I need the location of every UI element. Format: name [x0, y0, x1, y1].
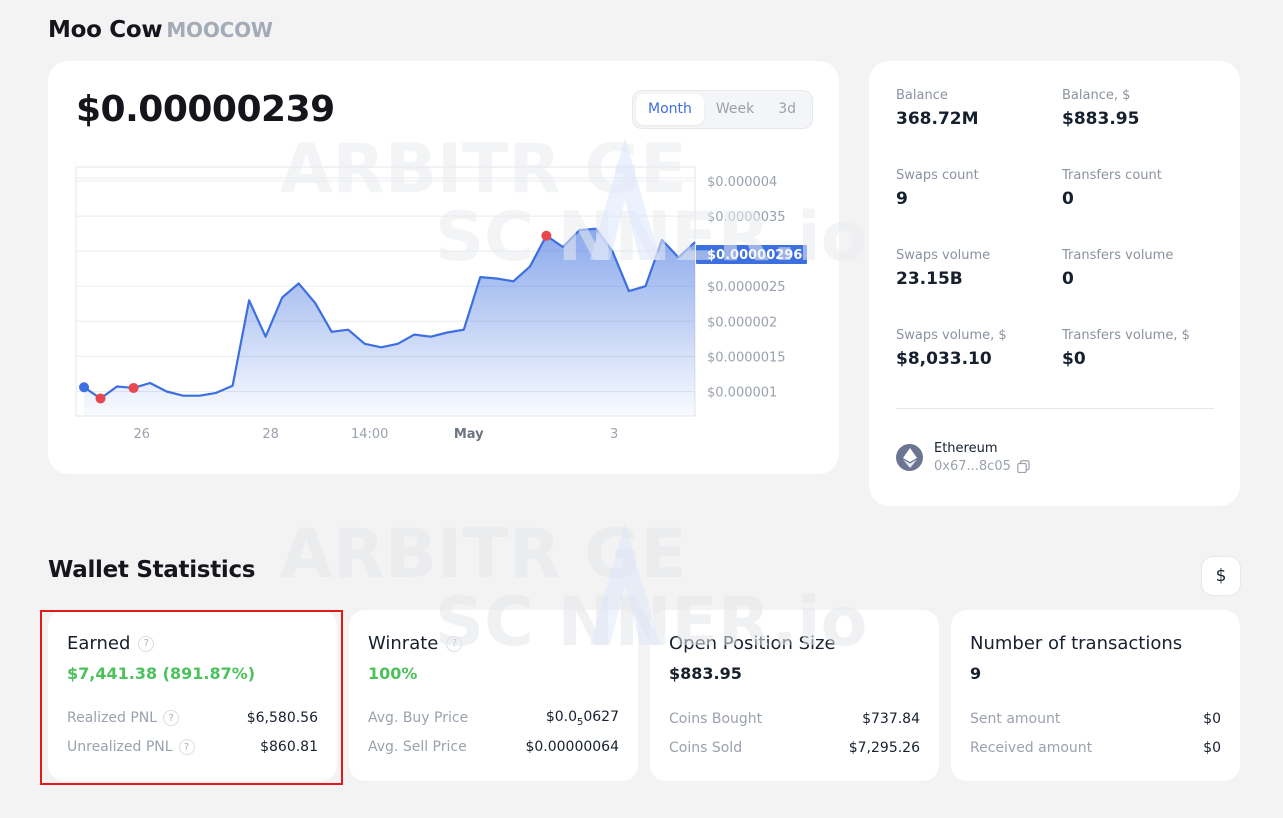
stat-balance-usd: Balance, $ $883.95 — [1062, 88, 1139, 129]
row-label: Coins Sold — [669, 740, 743, 756]
stat-label: Balance, $ — [1062, 88, 1131, 103]
stat-value: 23.15B — [896, 269, 963, 289]
row-value: $737.84 — [862, 711, 920, 727]
stat-value: 0 — [1062, 189, 1074, 209]
stat-row: Received amount $0 — [970, 740, 1221, 756]
price-tail: 0627 — [583, 709, 619, 725]
x-tick-label: May — [454, 427, 484, 442]
trade-marker — [128, 382, 139, 393]
row-label: Sent amount — [970, 711, 1061, 727]
currency-toggle-button[interactable]: $ — [1201, 556, 1241, 596]
tab-month[interactable]: Month — [636, 94, 704, 125]
tab-week[interactable]: Week — [704, 94, 766, 125]
stat-swaps-volume-usd: Swaps volume, $ $8,033.10 — [896, 328, 1007, 369]
x-tick-label: 3 — [610, 427, 618, 442]
stat-value: $8,033.10 — [896, 349, 992, 369]
stat-label: Swaps count — [896, 168, 979, 183]
selection-highlight — [40, 610, 343, 785]
stat-value: 0 — [1062, 269, 1074, 289]
y-tick-label: $0.0000025 — [707, 280, 786, 295]
row-value: $0 — [1203, 711, 1221, 727]
series-area — [84, 228, 695, 416]
trade-marker — [79, 382, 89, 393]
stat-row: Avg. Buy Price $0.050627 — [368, 709, 619, 728]
stat-value: $0 — [1062, 349, 1086, 369]
time-range-tabs: Month Week 3d — [632, 90, 813, 129]
y-tick-label: $0.000001 — [707, 385, 777, 400]
row-value: $7,295.26 — [848, 740, 920, 756]
stat-transfers-count: Transfers count 0 — [1062, 168, 1162, 209]
card-title: Open Position Size — [669, 633, 836, 654]
stat-row: Sent amount $0 — [970, 711, 1221, 727]
token-title: Moo Cow MOOCOW — [48, 17, 273, 43]
current-price: $0.00000239 — [76, 89, 335, 130]
row-value: $0.00000064 — [525, 739, 619, 755]
row-label: Coins Bought — [669, 711, 763, 727]
trade-marker — [541, 230, 552, 241]
copy-icon[interactable] — [1017, 460, 1030, 473]
divider — [896, 408, 1214, 409]
token-symbol: MOOCOW — [166, 18, 273, 42]
transactions-value: 9 — [970, 664, 982, 683]
tab-3d[interactable]: 3d — [766, 94, 808, 125]
stat-swaps-count: Swaps count 9 — [896, 168, 979, 209]
stat-row: Coins Bought $737.84 — [669, 711, 920, 727]
wallet-statistics-title: Wallet Statistics — [48, 557, 256, 583]
y-tick-label: $0.000002 — [707, 315, 777, 330]
y-tick-label: $0.000004 — [707, 175, 777, 190]
open-position-value: $883.95 — [669, 664, 742, 683]
row-label: Received amount — [970, 740, 1093, 756]
network-info: Ethereum 0x67...8c05 — [896, 441, 1030, 474]
row-label: Avg. Buy Price — [368, 710, 469, 727]
price-main: $0.0 — [545, 709, 577, 725]
stat-row: Avg. Sell Price $0.00000064 — [368, 739, 619, 755]
stat-value: $883.95 — [1062, 109, 1140, 129]
y-tick-label: $0.0000015 — [707, 350, 786, 365]
stat-label: Swaps volume, $ — [896, 328, 1007, 343]
stat-label: Balance — [896, 88, 948, 103]
stat-transfers-volume: Transfers volume 0 — [1062, 248, 1173, 289]
stat-label: Transfers volume — [1062, 248, 1174, 263]
watermark-line1: ARBITR GE — [280, 515, 687, 594]
token-name: Moo Cow — [48, 17, 163, 43]
card-title: Number of transactions — [970, 633, 1183, 654]
transactions-card: Number of transactions 9 Sent amount $0 … — [951, 610, 1240, 781]
row-value: $0.050627 — [546, 709, 619, 728]
network-name: Ethereum — [934, 441, 998, 456]
stat-label: Swaps volume — [896, 248, 991, 263]
x-tick-label: 28 — [262, 427, 279, 442]
row-value: $0 — [1203, 740, 1221, 756]
ethereum-icon — [896, 444, 923, 471]
winrate-value: 100% — [368, 664, 418, 683]
stat-label: Transfers volume, $ — [1062, 328, 1190, 343]
price-chart-card: $0.000004 $0.0000035 $0.0000025 $0.000002 $0… — [48, 61, 839, 474]
y-tick-label: $0.0000035 — [707, 210, 786, 225]
stat-balance: Balance 368.72M — [896, 88, 979, 129]
help-icon[interactable]: ? — [446, 635, 463, 652]
current-price-tag-label: $0.00000296 — [707, 248, 802, 263]
stat-value: 9 — [896, 189, 908, 209]
stat-swaps-volume: Swaps volume 23.15B — [896, 248, 990, 289]
token-stats-card: Balance 368.72M Balance, $ $883.95 Swaps… — [869, 61, 1240, 506]
stat-value: 368.72M — [896, 109, 979, 129]
open-position-card: Open Position Size $883.95 Coins Bought … — [650, 610, 939, 781]
stat-label: Transfers count — [1062, 168, 1162, 183]
x-tick-label: 14:00 — [351, 427, 388, 442]
winrate-card: Winrate ? 100% Avg. Buy Price $0.050627 … — [349, 610, 638, 781]
stat-transfers-volume-usd: Transfers volume, $ $0 — [1062, 328, 1190, 369]
x-tick-label: 26 — [134, 427, 151, 442]
row-label: Avg. Sell Price — [368, 739, 467, 755]
trade-marker — [95, 393, 106, 404]
stat-row: Coins Sold $7,295.26 — [669, 740, 920, 756]
card-title: Winrate — [368, 633, 439, 654]
contract-address: 0x67...8c05 — [934, 459, 1011, 474]
